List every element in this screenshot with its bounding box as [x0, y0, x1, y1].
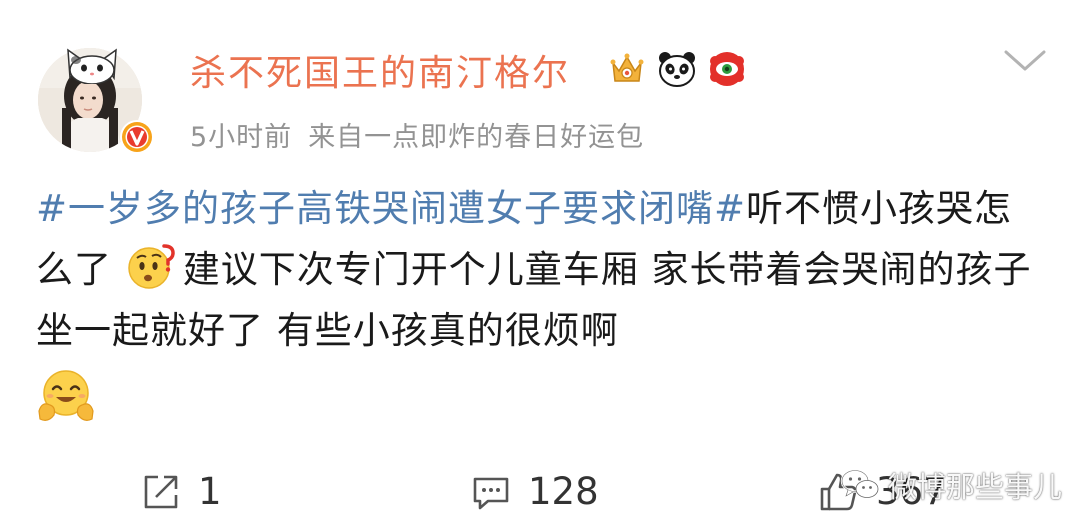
- post-meta: 5小时前 来自一点即炸的春日好运包: [190, 115, 644, 154]
- hugging-face-emoji-icon: [38, 370, 94, 421]
- comment-icon: [473, 477, 509, 509]
- username[interactable]: 杀不死国王的南汀格尔: [190, 44, 570, 96]
- panda-badge-icon[interactable]: [657, 49, 697, 89]
- repost-icon: [144, 475, 178, 508]
- user-badges: [607, 48, 747, 90]
- chevron-down-icon[interactable]: [1002, 48, 1048, 74]
- weibo-post-card: 杀不死国王的南汀格尔 5小时前 来自一点即炸的春日好运包 #一岁多的孩子高铁哭闹…: [0, 0, 1080, 529]
- post-text-part2: 建议下次专门开个儿童车厢 家长带着会哭闹的孩子坐一起就好了 有些小孩真的很烦啊: [36, 248, 1032, 352]
- verified-badge: [120, 120, 154, 154]
- post-source[interactable]: 来自一点即炸的春日好运包: [308, 122, 644, 153]
- post-text: #一岁多的孩子高铁哭闹遭女子要求闭嘴#听不惯小孩哭怎么了 建议下次专门开个儿童车…: [36, 178, 1046, 425]
- crown-badge-icon[interactable]: [607, 49, 647, 89]
- thinking-question-emoji-icon: [128, 244, 175, 289]
- comment-count: 128: [528, 470, 599, 513]
- verified-v-icon: [122, 122, 152, 152]
- avatar-container[interactable]: [36, 44, 154, 154]
- watermark-label: 微博那些事儿: [888, 470, 1063, 504]
- cat-avatar-frame-icon: [67, 48, 117, 84]
- red-eye-badge-icon[interactable]: [707, 49, 747, 89]
- wechat-icon: [840, 469, 879, 498]
- post-time: 5小时前: [190, 122, 293, 153]
- comment-button[interactable]: 128: [470, 470, 599, 513]
- hashtag-link[interactable]: #一岁多的孩子高铁哭闹遭女子要求闭嘴#: [36, 187, 746, 230]
- wechat-watermark: 微博那些事儿: [840, 464, 1062, 506]
- repost-button[interactable]: 1: [140, 470, 222, 513]
- repost-count: 1: [198, 470, 222, 513]
